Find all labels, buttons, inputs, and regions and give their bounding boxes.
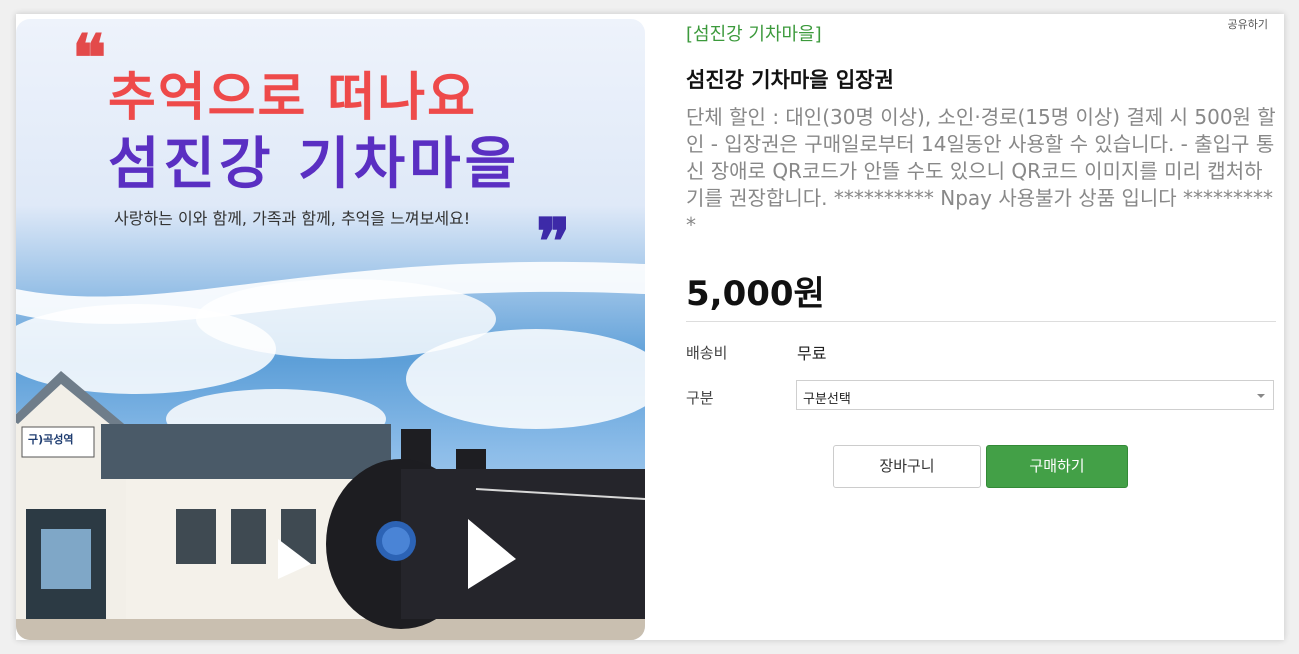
station-sign: 구)곡성역 <box>28 433 74 446</box>
add-to-cart-button[interactable]: 장바구니 <box>833 445 981 488</box>
hero-title-line2: 섬진강 기차마을 <box>108 132 521 197</box>
product-description: 단체 할인 : 대인(30명 이상), 소인·경로(15명 이상) 결제 시 5… <box>686 105 1276 237</box>
shipping-value: 무료 <box>797 344 827 363</box>
chevron-down-icon <box>1257 394 1265 398</box>
share-link[interactable]: 공유하기 <box>1228 16 1268 32</box>
type-label: 구분 <box>686 389 714 407</box>
shipping-label: 배송비 <box>686 344 728 362</box>
divider <box>686 321 1276 322</box>
product-price: 5,000원 <box>686 274 825 314</box>
hero-subtitle: 사랑하는 이와 함께, 가족과 함께, 추억을 느껴보세요! <box>114 209 471 228</box>
product-category[interactable]: [섬진강 기차마을] <box>686 20 822 46</box>
quote-close-icon: ❞ <box>536 205 571 280</box>
product-info: [섬진강 기차마을] 공유하기 섬진강 기차마을 입장권 단체 할인 : 대인(… <box>686 14 1276 640</box>
product-card: ❝ 추억으로 떠나요 섬진강 기차마을 사랑하는 이와 함께, 가족과 함께, … <box>16 14 1284 640</box>
product-title: 섬진강 기차마을 입장권 <box>686 68 894 92</box>
type-select[interactable]: 구분선택 <box>796 380 1274 410</box>
buy-now-button[interactable]: 구매하기 <box>986 445 1128 488</box>
type-select-value: 구분선택 <box>803 392 851 407</box>
quote-open-icon: ❝ <box>72 21 107 96</box>
product-image: ❝ 추억으로 떠나요 섬진강 기차마을 사랑하는 이와 함께, 가족과 함께, … <box>16 19 645 640</box>
